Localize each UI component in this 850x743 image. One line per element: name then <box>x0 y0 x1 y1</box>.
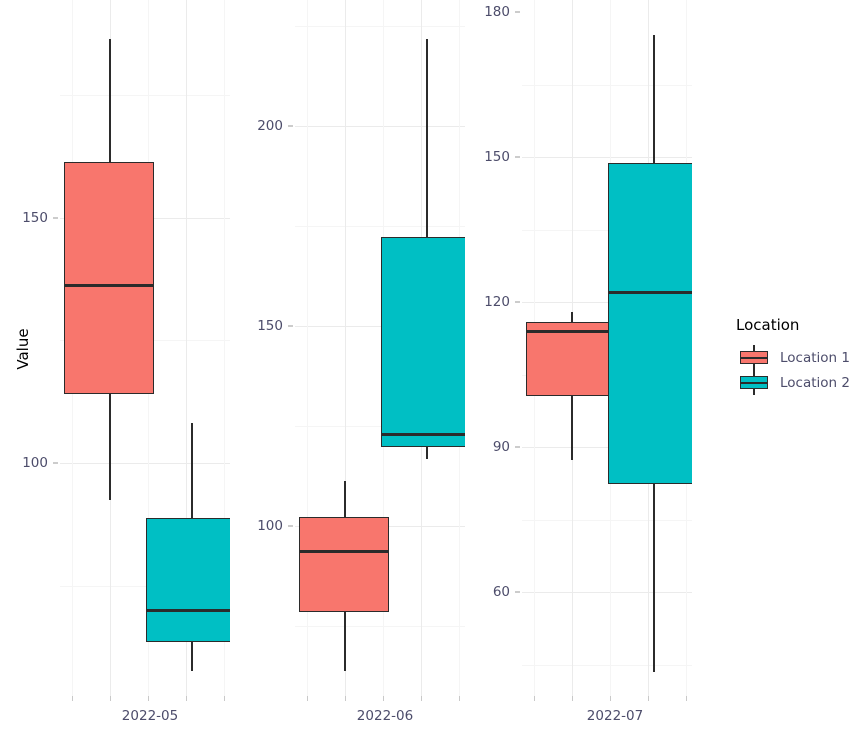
xtick-mark <box>421 696 422 701</box>
xtick-mark <box>534 696 535 701</box>
xtick-label-2022-06: 2022-06 <box>356 708 414 724</box>
box-location1 <box>64 162 154 394</box>
box-location2 <box>608 163 692 484</box>
xtick-mark <box>110 696 111 701</box>
median-location1 <box>299 550 389 554</box>
xtick-mark <box>148 696 149 701</box>
ytick-mark <box>515 11 520 13</box>
whisker-lower-location2 <box>191 641 193 671</box>
xtick-mark <box>383 696 384 701</box>
gridline-major-60 <box>522 592 692 593</box>
legend-key-location1-icon <box>736 345 772 370</box>
median-location2 <box>381 433 465 437</box>
xtick-label-2022-07: 2022-07 <box>586 708 644 724</box>
legend-item-location-2[interactable]: Location 2 <box>736 370 850 395</box>
median-location2 <box>608 291 692 295</box>
gridline-major-100 <box>60 463 230 464</box>
ytick-mark <box>515 301 520 303</box>
ytick-mark <box>53 217 58 219</box>
box-location2 <box>146 518 230 642</box>
median-location2 <box>146 609 230 613</box>
legend-key-location2-icon <box>736 370 772 395</box>
gridline-minor <box>295 26 465 27</box>
gridline-minor <box>60 95 230 96</box>
facet-panel-2022-07 <box>522 0 692 696</box>
ytick-mark <box>288 525 293 527</box>
whisker-upper-location1 <box>109 39 111 163</box>
ytick-label-p1-150: 150 <box>22 210 48 226</box>
median-location1 <box>526 330 616 334</box>
xtick-mark <box>686 696 687 701</box>
xtick-mark <box>648 696 649 701</box>
xtick-mark <box>72 696 73 701</box>
gridline-minor <box>522 520 692 521</box>
xtick-mark <box>572 696 573 701</box>
ytick-label-p2-150: 150 <box>257 318 283 334</box>
ytick-label-p1-100: 100 <box>22 455 48 471</box>
ytick-label-p2-100: 100 <box>257 518 283 534</box>
gridline-major-200 <box>295 126 465 127</box>
xtick-mark <box>224 696 225 701</box>
y-axis-title: Value <box>14 328 32 370</box>
whisker-lower-location2 <box>653 483 655 672</box>
gridline-minor <box>295 226 465 227</box>
legend-title: Location <box>736 316 800 334</box>
ytick-mark <box>288 125 293 127</box>
ytick-mark <box>515 591 520 593</box>
whisker-lower-location2 <box>426 446 428 459</box>
ytick-mark <box>288 325 293 327</box>
legend: Location Location 1 Location 2 <box>736 316 850 395</box>
ytick-mark <box>53 462 58 464</box>
whisker-lower-location1 <box>344 611 346 671</box>
box-location1 <box>299 517 389 612</box>
ytick-mark <box>515 446 520 448</box>
xtick-label-2022-05: 2022-05 <box>121 708 179 724</box>
legend-label-location-1: Location 1 <box>780 349 850 366</box>
gridline-major-150 <box>522 157 692 158</box>
legend-label-location-2: Location 2 <box>780 374 850 391</box>
whisker-upper-location2 <box>653 35 655 165</box>
xtick-mark <box>307 696 308 701</box>
ytick-label-p3-120: 120 <box>484 294 510 310</box>
facet-panel-2022-06 <box>295 0 465 696</box>
ytick-label-p3-90: 90 <box>492 439 510 455</box>
legend-item-location-1[interactable]: Location 1 <box>736 345 850 370</box>
facet-panel-2022-05 <box>60 0 230 696</box>
ytick-label-p3-60: 60 <box>492 584 510 600</box>
xtick-mark <box>186 696 187 701</box>
whisker-lower-location1 <box>109 393 111 500</box>
boxplot-chart: Value 150 100 2022-05 200 150 100 2022-0… <box>0 0 850 743</box>
whisker-upper-location1 <box>344 481 346 521</box>
ytick-label-p3-180: 180 <box>484 4 510 20</box>
box-location2 <box>381 237 465 447</box>
ytick-label-p3-150: 150 <box>484 149 510 165</box>
ytick-label-p2-200: 200 <box>257 118 283 134</box>
whisker-upper-location2 <box>426 39 428 239</box>
median-location1 <box>64 284 154 288</box>
xtick-mark <box>610 696 611 701</box>
ytick-mark <box>515 156 520 158</box>
gridline-minor <box>295 626 465 627</box>
xtick-mark <box>345 696 346 701</box>
whisker-lower-location1 <box>571 395 573 460</box>
xtick-mark <box>459 696 460 701</box>
whisker-upper-location2 <box>191 423 193 519</box>
gridline-minor <box>522 665 692 666</box>
gridline-minor <box>522 85 692 86</box>
